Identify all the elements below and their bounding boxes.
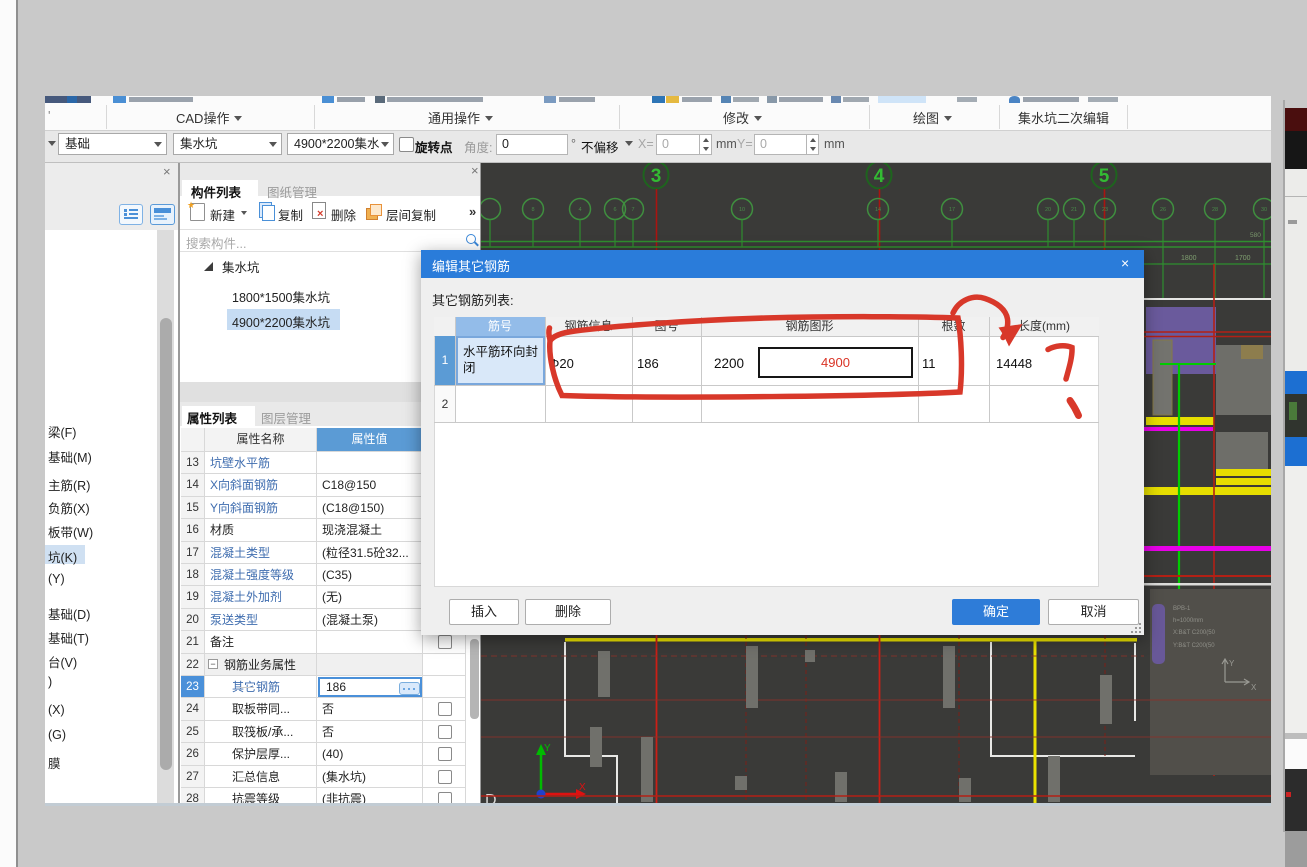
svg-text:X:B&T C200(50: X:B&T C200(50 bbox=[1173, 630, 1216, 636]
svg-text:580: 580 bbox=[1250, 232, 1261, 239]
svg-text:20: 20 bbox=[1045, 207, 1051, 213]
svg-text:1700: 1700 bbox=[1235, 255, 1251, 262]
svg-text:3: 3 bbox=[651, 166, 662, 187]
svg-text:4: 4 bbox=[578, 207, 581, 213]
svg-text:21: 21 bbox=[1071, 207, 1077, 213]
svg-text:4: 4 bbox=[874, 166, 885, 187]
svg-text:X: X bbox=[1251, 683, 1257, 692]
svg-text:23: 23 bbox=[1102, 207, 1108, 213]
svg-text:7: 7 bbox=[631, 207, 634, 213]
svg-text:1800: 1800 bbox=[1181, 255, 1197, 262]
svg-text:17: 17 bbox=[949, 207, 955, 213]
svg-text:5: 5 bbox=[1099, 166, 1110, 187]
svg-text:10: 10 bbox=[739, 207, 745, 213]
svg-text:X: X bbox=[579, 782, 586, 793]
svg-text:Y: Y bbox=[544, 743, 551, 754]
svg-text:26: 26 bbox=[1160, 207, 1166, 213]
svg-text:BPB-1: BPB-1 bbox=[1173, 606, 1191, 612]
svg-text:8: 8 bbox=[531, 207, 534, 213]
svg-text:30: 30 bbox=[1261, 207, 1267, 213]
svg-text:Y: Y bbox=[1229, 659, 1235, 668]
svg-text:h=1000mm: h=1000mm bbox=[1173, 618, 1203, 624]
svg-text:14: 14 bbox=[875, 207, 881, 213]
svg-text:6: 6 bbox=[613, 207, 616, 213]
svg-text:28: 28 bbox=[1212, 207, 1218, 213]
svg-text:Y:B&T C200(50: Y:B&T C200(50 bbox=[1173, 643, 1215, 649]
